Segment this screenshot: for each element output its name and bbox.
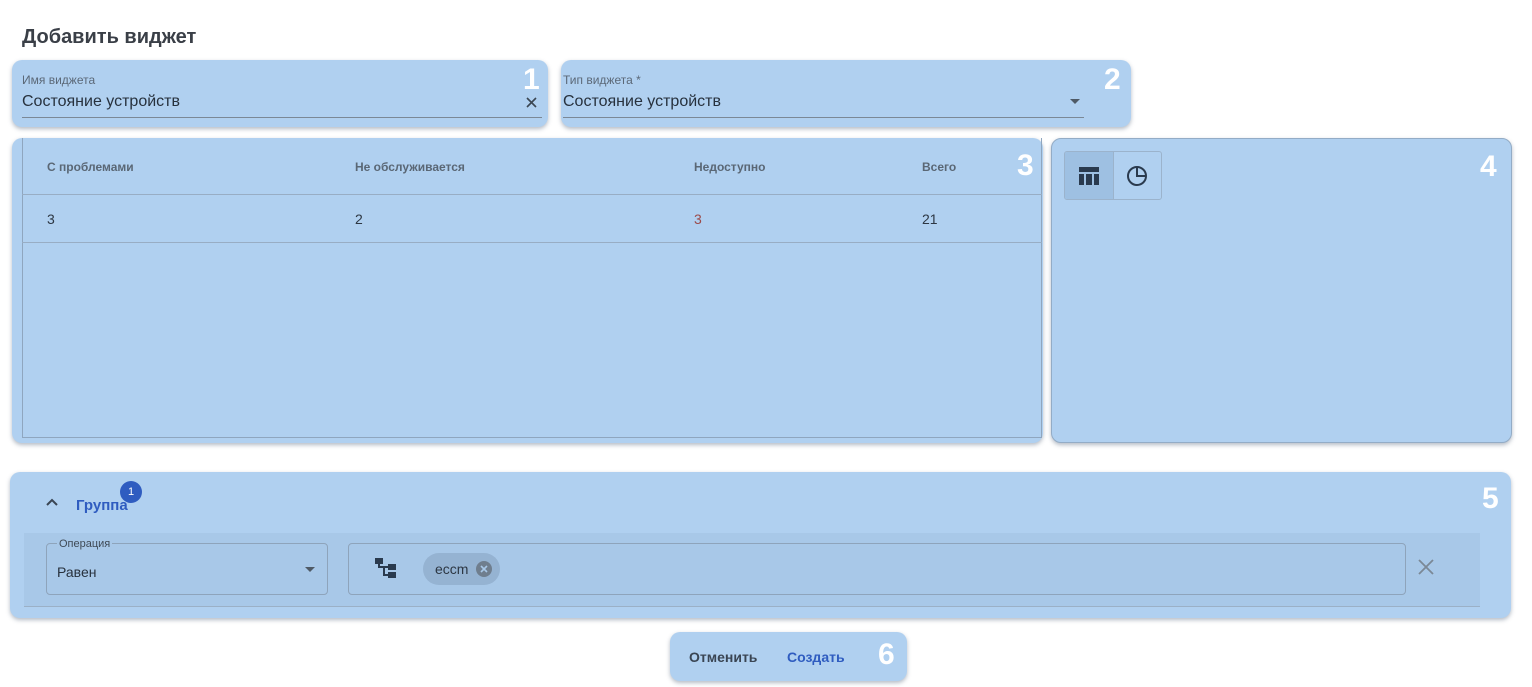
widget-name-input[interactable]: Состояние устройств: [22, 93, 180, 111]
view-toggle-group: [1064, 151, 1162, 200]
group-expander[interactable]: Группа: [46, 490, 128, 514]
column-header-total: Всего: [922, 160, 957, 174]
widget-name-label: Имя виджета: [22, 73, 96, 87]
cell-not-serviced: 2: [355, 211, 363, 227]
panel-number-5: 5: [1482, 482, 1499, 515]
panel-number-4: 4: [1480, 150, 1497, 183]
group-tree-button[interactable]: [375, 558, 399, 580]
column-header-unavailable: Недоступно: [694, 160, 766, 174]
pie-chart-icon: [1127, 165, 1148, 186]
view-table-button[interactable]: [1065, 152, 1113, 199]
actions-panel: Отменить Создать 6: [670, 632, 907, 681]
operation-label: Операция: [57, 538, 113, 550]
operation-select[interactable]: Операция Равен: [46, 538, 328, 595]
panel-number-2: 2: [1104, 63, 1121, 96]
remove-chip-icon[interactable]: [476, 561, 493, 577]
widget-type-underline: [563, 117, 1084, 118]
column-header-problems: С проблемами: [47, 160, 134, 174]
group-filter-panel: Группа 1 Операция Равен eccm 5: [10, 472, 1511, 618]
chevron-down-icon: [305, 567, 315, 572]
view-chart-button[interactable]: [1112, 152, 1161, 199]
group-values-field[interactable]: eccm: [348, 543, 1406, 595]
cancel-button[interactable]: Отменить: [689, 649, 757, 665]
chevron-down-icon[interactable]: [1070, 99, 1080, 104]
header-divider: [22, 194, 1042, 195]
widget-type-select[interactable]: Состояние устройств: [563, 93, 721, 111]
widget-name-panel: Имя виджета Состояние устройств 1: [12, 60, 548, 127]
group-title: Группа: [76, 496, 128, 514]
column-header-not-serviced: Не обслуживается: [355, 160, 465, 174]
group-chip: eccm: [423, 553, 501, 585]
widget-type-panel: Тип виджета * Состояние устройств 2: [561, 60, 1131, 127]
chevron-up-icon: [46, 498, 58, 506]
remove-filter-icon[interactable]: [1418, 559, 1438, 579]
group-chip-label: eccm: [435, 561, 469, 577]
create-button[interactable]: Создать: [787, 649, 845, 665]
hierarchy-icon: [375, 558, 396, 578]
widget-name-underline: [22, 117, 542, 118]
panel-number-1: 1: [523, 63, 540, 96]
table-icon: [1078, 166, 1099, 185]
operation-value: Равен: [57, 564, 97, 580]
page-title: Добавить виджет: [22, 26, 197, 48]
group-count-badge: 1: [120, 481, 142, 503]
add-widget-dialog: Добавить виджет Имя виджета Состояние ус…: [0, 0, 1532, 687]
panel-number-6: 6: [878, 638, 895, 671]
cell-problems: 3: [47, 211, 55, 227]
view-mode-panel: 4: [1051, 138, 1512, 443]
panel-number-3: 3: [1017, 149, 1034, 182]
preview-panel: С проблемами Не обслуживается Недоступно…: [12, 138, 1043, 443]
widget-type-label: Тип виджета *: [563, 73, 641, 87]
row-divider: [22, 242, 1042, 243]
filter-row: Операция Равен eccm: [24, 533, 1480, 607]
preview-table: [22, 138, 1042, 438]
cell-total: 21: [922, 211, 938, 227]
cell-unavailable: 3: [694, 211, 702, 227]
